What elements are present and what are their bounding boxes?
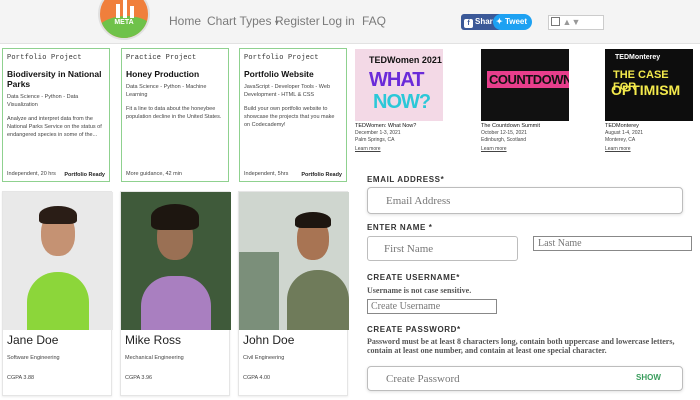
- profile-role: Civil Engineering: [243, 355, 285, 361]
- profile-name: John Doe: [243, 333, 295, 347]
- portfolio-ready-badge: Portfolio Ready: [64, 172, 105, 178]
- project-tags: JavaScript - Developer Tools - Web Devel…: [244, 84, 330, 98]
- top-nav: META Home Chart Types ▾ Register Log in …: [0, 0, 700, 44]
- profile-name: Mike Ross: [125, 333, 182, 347]
- project-footer: Independent, 20 hrs: [7, 171, 56, 177]
- ted-event-title: The Countdown Summit: [481, 123, 540, 129]
- nav-chart-types-label: Chart Types: [207, 14, 272, 28]
- profile-card[interactable]: Jane Doe Software Engineering CGPA 3.88: [2, 191, 113, 396]
- project-card[interactable]: Portfolio Project Biodiversity in Nation…: [2, 48, 110, 182]
- project-title[interactable]: Portfolio Website: [244, 69, 342, 79]
- shirt-shape: [141, 276, 211, 330]
- learn-more-link[interactable]: Learn more: [605, 146, 693, 152]
- profile-photo: [239, 192, 349, 330]
- profile-gpa: CGPA 3.96: [125, 375, 153, 381]
- nav-home-link[interactable]: Home: [169, 14, 201, 28]
- project-kicker: Practice Project: [126, 54, 197, 62]
- project-kicker: Portfolio Project: [7, 54, 82, 62]
- ted-event-card[interactable]: COUNTDOWN The Countdown Summit October 1…: [481, 49, 569, 152]
- hair-shape: [39, 206, 77, 224]
- last-name-field[interactable]: Last Name: [533, 236, 692, 251]
- ted-event-place: Palm Springs, CA: [355, 136, 395, 143]
- ted-brand-label: TEDMonterey: [615, 54, 661, 61]
- ted-event-place: Edinburgh, Scotland: [481, 136, 527, 143]
- art-text: NOW?: [373, 91, 431, 113]
- first-name-field[interactable]: First Name: [367, 236, 518, 261]
- site-logo[interactable]: META: [98, 0, 150, 40]
- ted-event-card[interactable]: TEDMonterey THE CASE FOR OPTIMISM TEDMon…: [605, 49, 693, 152]
- portfolio-ready-badge: Portfolio Ready: [301, 172, 342, 178]
- nav-register-link[interactable]: Register: [275, 14, 320, 28]
- logo-bar-icon: [130, 6, 134, 18]
- password-hint: Password must be at least 8 characters l…: [367, 337, 675, 355]
- profile-role: Software Engineering: [7, 355, 60, 361]
- shirt-shape: [27, 272, 89, 330]
- facebook-icon: f: [464, 19, 473, 28]
- learn-more-link[interactable]: Learn more: [355, 146, 443, 152]
- twitter-bird-icon: ✦: [496, 17, 503, 26]
- vote-widget[interactable]: ▲▼: [548, 15, 604, 30]
- art-text: COUNTDOWN: [487, 71, 569, 88]
- password-label: CREATE PASSWORD*: [367, 325, 461, 334]
- ted-event-title: TEDMonterey: [605, 123, 639, 129]
- ted-event-image[interactable]: TEDWomen 2021 WHAT NOW?: [355, 49, 443, 121]
- project-description: Fit a line to data about the honeybee po…: [126, 106, 222, 120]
- username-hint: Username is not case sensitive.: [367, 286, 472, 295]
- profile-role: Mechanical Engineering: [125, 355, 184, 361]
- profile-card[interactable]: John Doe Civil Engineering CGPA 4.00: [238, 191, 349, 396]
- show-password-button[interactable]: SHOW: [636, 373, 661, 382]
- art-text: OPTIMISM: [611, 82, 681, 98]
- project-description: Build your own portfolio website to show…: [244, 106, 335, 128]
- tweet-button[interactable]: ✦ Tweet: [493, 14, 533, 30]
- nav-login-link[interactable]: Log in: [322, 14, 355, 28]
- project-kicker: Portfolio Project: [244, 54, 319, 62]
- tweet-label: Tweet: [504, 17, 528, 26]
- art-text: WHAT: [369, 69, 424, 91]
- shirt-shape: [287, 270, 349, 330]
- username-field[interactable]: Create Username: [367, 299, 497, 314]
- profile-gpa: CGPA 3.88: [7, 375, 35, 381]
- logo-bar-icon: [116, 4, 120, 18]
- name-label: ENTER NAME *: [367, 223, 433, 232]
- profile-gpa: CGPA 4.00: [243, 375, 271, 381]
- email-field[interactable]: Email Address: [367, 187, 683, 214]
- project-tags: Data Science - Python - Machine Learning: [126, 84, 207, 98]
- background-shape: [239, 252, 279, 330]
- profile-photo: [3, 192, 113, 330]
- logo-bar-icon: [123, 0, 127, 18]
- ted-event-card[interactable]: TEDWomen 2021 WHAT NOW? TEDWomen: What N…: [355, 49, 443, 152]
- project-card[interactable]: Portfolio Project Portfolio Website Java…: [239, 48, 347, 182]
- username-label: CREATE USERNAME*: [367, 273, 461, 282]
- ted-brand-label: TEDWomen 2021: [369, 55, 442, 65]
- ted-event-title: TEDWomen: What Now?: [355, 123, 417, 129]
- ted-event-image[interactable]: COUNTDOWN: [481, 49, 569, 121]
- learn-more-link[interactable]: Learn more: [481, 146, 569, 152]
- project-tags: Data Science - Python - Data Visualizati…: [7, 94, 79, 108]
- hair-shape: [151, 204, 199, 230]
- hair-shape: [295, 212, 331, 228]
- profile-card[interactable]: Mike Ross Mechanical Engineering CGPA 3.…: [120, 191, 231, 396]
- nav-faq-link[interactable]: FAQ: [362, 14, 386, 28]
- ted-event-place: Monterey, CA: [605, 136, 636, 143]
- nav-chart-types-link[interactable]: Chart Types ▾: [207, 14, 279, 28]
- profile-name: Jane Doe: [7, 333, 59, 347]
- project-card[interactable]: Practice Project Honey Production Data S…: [121, 48, 229, 182]
- project-footer: More guidance, 42 min: [126, 171, 182, 177]
- email-label: EMAIL ADDRESS*: [367, 175, 445, 184]
- project-title[interactable]: Biodiversity in National Parks: [7, 69, 105, 89]
- project-description: Analyze and interpret data from the Nati…: [7, 116, 102, 138]
- profile-photo: [121, 192, 231, 330]
- checkbox-icon[interactable]: [551, 17, 560, 26]
- project-title[interactable]: Honey Production: [126, 69, 224, 79]
- downvote-icon[interactable]: ▼: [571, 17, 580, 27]
- ted-event-image[interactable]: TEDMonterey THE CASE FOR OPTIMISM: [605, 49, 693, 121]
- logo-text: META: [114, 19, 134, 26]
